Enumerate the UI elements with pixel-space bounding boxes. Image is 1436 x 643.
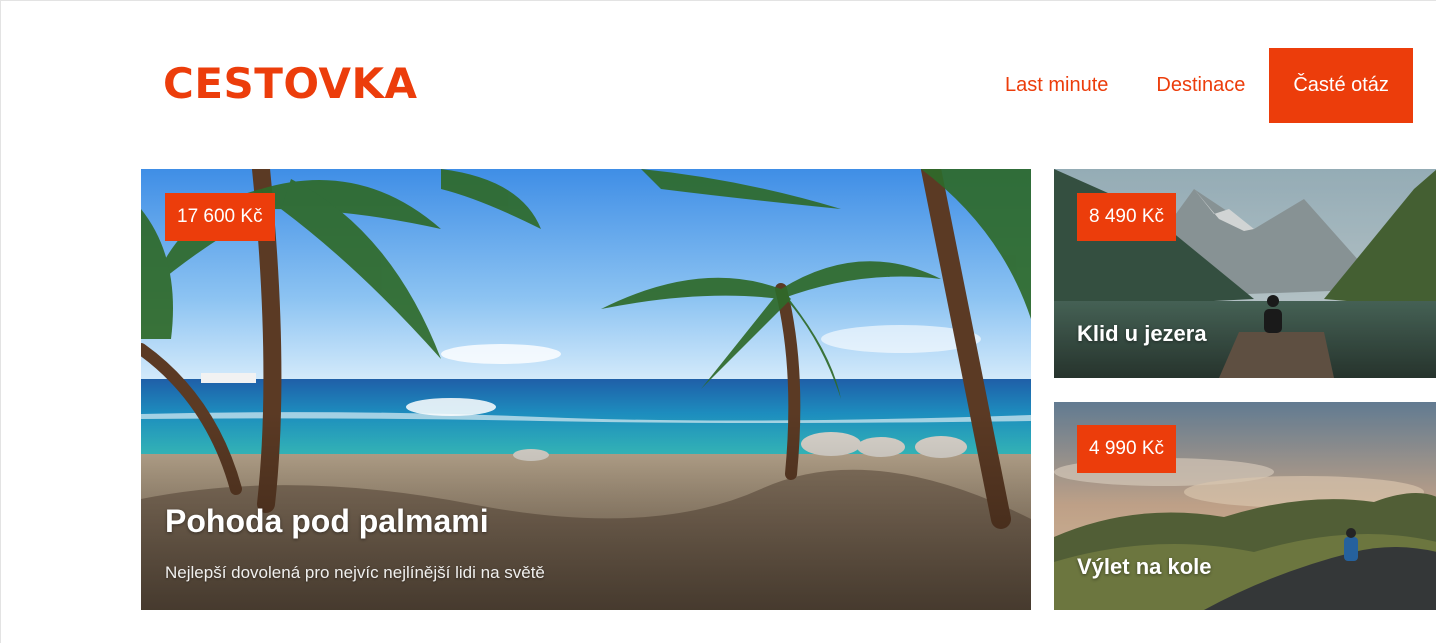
offer-card-main[interactable]: 17 600 Kč Pohoda pod palmami Nejlepší do… <box>141 169 1031 610</box>
offer-card-bike[interactable]: 4 990 Kč Výlet na kole <box>1054 402 1436 610</box>
offer-title: Pohoda pod palmami <box>165 503 489 539</box>
offer-description: Nejlepší dovolená pro nejvíc nejlínější … <box>165 563 545 582</box>
price-badge: 4 990 Kč <box>1077 425 1176 473</box>
nav-item-destinace[interactable]: Destinace <box>1132 48 1269 123</box>
nav-item-caste-otazky[interactable]: Časté otáz <box>1269 48 1413 123</box>
price-badge: 17 600 Kč <box>165 193 275 241</box>
main-nav: Last minute Destinace Časté otáz <box>981 48 1413 123</box>
offer-title: Výlet na kole <box>1077 554 1212 579</box>
nav-item-last-minute[interactable]: Last minute <box>981 48 1132 123</box>
offer-title: Klid u jezera <box>1077 321 1207 346</box>
price-badge: 8 490 Kč <box>1077 193 1176 241</box>
site-logo[interactable]: CESTOVKA <box>163 59 418 109</box>
page: CESTOVKA Last minute Destinace Časté otá… <box>0 0 1436 643</box>
offer-card-lake[interactable]: 8 490 Kč Klid u jezera <box>1054 169 1436 378</box>
